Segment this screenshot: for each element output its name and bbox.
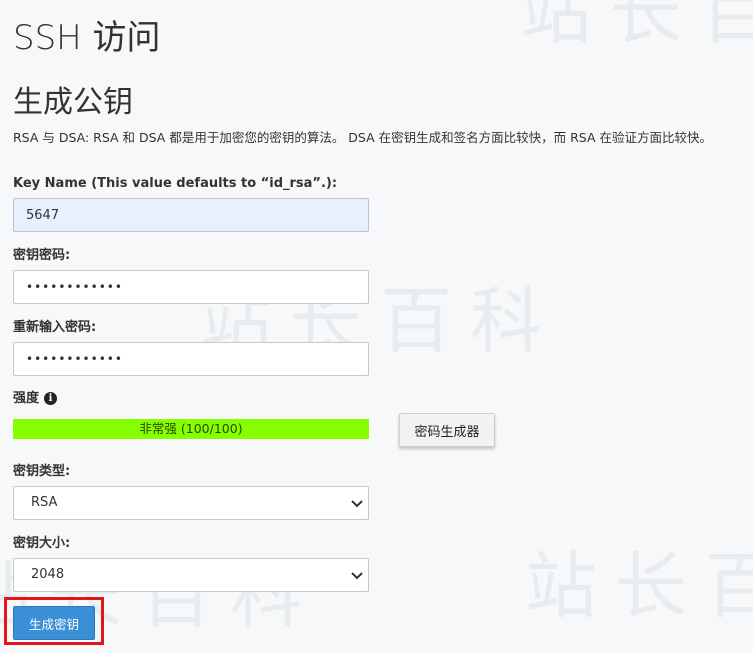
key-size-label: 密钥大小: <box>13 536 71 551</box>
key-name-input[interactable] <box>13 198 369 232</box>
key-size-selected-value: 2048 <box>31 567 65 582</box>
key-size-select[interactable]: 2048 <box>13 558 369 592</box>
key-name-label: Key Name (This value defaults to “id_rsa… <box>13 176 338 191</box>
section-title: 生成公钥 <box>13 85 133 120</box>
key-type-select[interactable]: RSA <box>13 486 369 520</box>
algorithm-description: RSA 与 DSA: RSA 和 DSA 都是用于加密您的密钥的算法。 DSA … <box>13 130 712 145</box>
key-password-input[interactable] <box>13 270 369 304</box>
strength-meter-text: 非常强 (100/100) <box>139 421 243 436</box>
chevron-down-icon <box>351 500 363 508</box>
watermark-top: 站长百科 <box>520 0 753 54</box>
watermark-bottom-right: 站长百科 <box>525 544 753 628</box>
info-circle-icon[interactable]: i <box>44 392 58 405</box>
key-type-selected-value: RSA <box>31 495 58 510</box>
strength-meter: 非常强 (100/100) <box>13 419 369 439</box>
generate-key-button[interactable]: 生成密钥 <box>13 606 95 640</box>
strength-label-row: 强度 i <box>13 390 58 408</box>
key-password-label: 密钥密码: <box>13 248 71 263</box>
key-password-confirm-label: 重新输入密码: <box>13 320 97 335</box>
key-type-label: 密钥类型: <box>13 464 71 479</box>
chevron-down-icon <box>351 572 363 580</box>
page-title: SSH 访问 <box>13 18 161 58</box>
key-password-confirm-input[interactable] <box>13 342 369 376</box>
password-generator-button[interactable]: 密码生成器 <box>399 413 495 447</box>
strength-label: 强度 <box>13 391 40 406</box>
